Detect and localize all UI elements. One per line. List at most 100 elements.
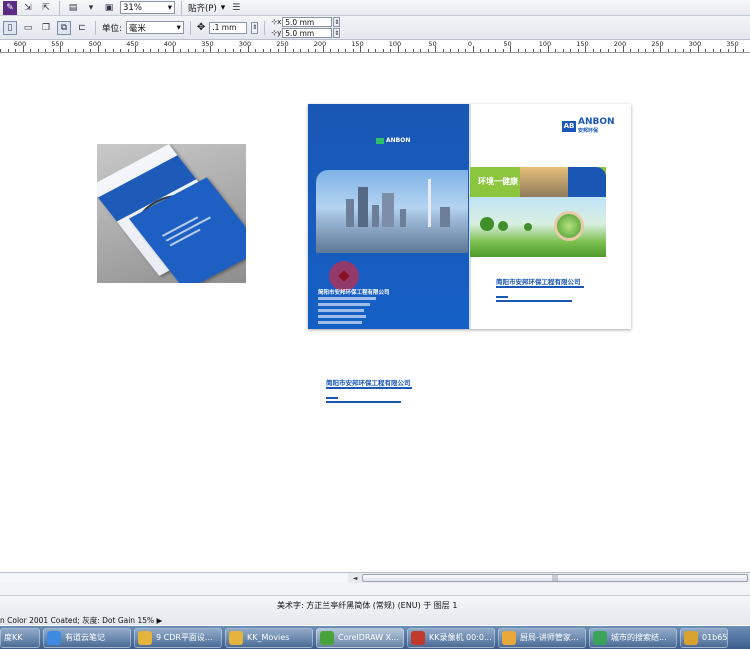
app-icon: [502, 630, 516, 645]
taskbar-button[interactable]: 厨局-讲师管家...: [498, 627, 586, 648]
duplicate-y-row: ⊹y 5.0 mm ⇕: [271, 28, 341, 38]
duplicate-y-spinner[interactable]: ⇕: [333, 28, 341, 38]
underline-rule[interactable]: [326, 397, 338, 399]
duplicate-y-input[interactable]: 5.0 mm: [282, 28, 333, 38]
brand-logo[interactable]: AB ANBON 安邦环保: [562, 118, 615, 134]
ruler-tick: [607, 49, 609, 52]
taskbar-button[interactable]: 城市的搜索结...: [589, 627, 677, 648]
taskbar-button-label: 城市的搜索结...: [611, 633, 667, 642]
taskbar-button[interactable]: KK录像机 00:0...: [407, 627, 495, 648]
underline-rule[interactable]: [326, 401, 401, 403]
taskbar-button-label: 有道云笔记: [65, 633, 105, 642]
app-icon: [138, 630, 152, 645]
ruler-tick: [720, 49, 721, 52]
app-icon: [411, 630, 425, 645]
taskbar-button[interactable]: 9 CDR平面设...: [134, 627, 222, 648]
contact-line: [318, 309, 364, 312]
taskbar-button[interactable]: CorelDRAW X...: [316, 627, 404, 648]
ruler-tick: [525, 49, 526, 52]
ruler-tick: [705, 49, 706, 52]
brand-name: ANBON: [578, 117, 615, 127]
ruler-tick: [562, 49, 564, 52]
ruler-tick: [735, 46, 736, 52]
front-cover-company-name[interactable]: 简阳市安邦环保工程有限公司: [496, 276, 581, 286]
logo-mark-icon: [376, 137, 384, 144]
taskbar-button[interactable]: 01b65: [680, 627, 728, 648]
underline-rule[interactable]: [326, 387, 412, 389]
color-profile-info[interactable]: n Color 2001 Coated; 灰度: Dot Gain 15% ▶: [0, 615, 162, 626]
horizontal-scrollbar[interactable]: ◄ |||: [0, 572, 750, 583]
ruler-tick: [165, 49, 166, 52]
contact-line: [318, 303, 370, 306]
ruler-tick: [187, 49, 189, 52]
ruler-tick: [382, 49, 384, 52]
page-layout-icon[interactable]: ⊏: [75, 21, 89, 35]
standard-toolbar: ✎ ⇲ ⇱ ▤ ▾ ▣ 31% ▾ 贴齐(P) ▾ ☰: [0, 0, 750, 16]
small-brand-name: ANBON: [386, 137, 411, 144]
ruler-tick: [360, 46, 361, 52]
taskbar-button[interactable]: 有道云笔记: [43, 627, 131, 648]
import-icon[interactable]: ⇲: [21, 1, 35, 15]
ruler-tick: [330, 49, 331, 52]
chevron-down-icon[interactable]: ▾: [221, 3, 226, 13]
print-icon[interactable]: ▤: [66, 1, 80, 15]
taskbar-button-label: 9 CDR平面设...: [156, 633, 213, 642]
screen-icon[interactable]: ▣: [102, 1, 116, 15]
unit-combo[interactable]: 毫米 ▾: [125, 21, 184, 34]
taskbar-button-label: CorelDRAW X...: [338, 633, 399, 642]
canvas-company-text[interactable]: 简阳市安邦环保工程有限公司: [326, 377, 411, 387]
ruler-tick: [420, 49, 421, 52]
ruler-tick: [637, 49, 639, 52]
ruler-tick: [60, 46, 61, 52]
back-cover-company-name[interactable]: 简阳市安邦环保工程有限公司: [318, 288, 390, 296]
ruler-tick: [697, 46, 699, 52]
horizontal-ruler[interactable]: 600 550 500 450 400 350 300 250 200 150 100 50 0 50 10…: [0, 40, 750, 53]
ruler-tick: [30, 49, 31, 52]
current-page-icon[interactable]: ⧉: [57, 20, 71, 35]
ruler-tick: [547, 46, 549, 52]
export-icon[interactable]: ⇱: [39, 1, 53, 15]
portrait-icon[interactable]: ▯: [3, 20, 17, 35]
city-skyline-photo[interactable]: [316, 170, 468, 253]
ruler-tick: [157, 49, 159, 52]
ruler-label: 300: [688, 40, 702, 48]
cursor-highlight-marker: [329, 261, 359, 291]
ruler-label: 450: [126, 40, 139, 48]
corel-menu-icon[interactable]: ✎: [3, 0, 17, 15]
all-pages-icon[interactable]: ❐: [39, 21, 53, 35]
ruler-tick: [307, 49, 309, 52]
taskbar-button[interactable]: 度KK: [0, 627, 40, 648]
scroll-grip-icon: |||: [551, 574, 559, 582]
scroll-thumb[interactable]: |||: [362, 574, 748, 582]
ruler-tick: [277, 49, 279, 52]
duplicate-x-spinner[interactable]: ⇕: [333, 17, 341, 27]
brochure-design[interactable]: ANBON 简阳市安邦环保工程有限公司 AB ANBON 安邦环保 环境一健康 …: [308, 104, 631, 329]
property-bar: ▯ ▭ ❐ ⧉ ⊏ 单位: 毫米 ▾ ✥ .1 mm ⇕ ⊹x 5.0 mm ⇕…: [0, 16, 750, 40]
ruler-tick: [270, 49, 271, 52]
landscape-icon[interactable]: ▭: [21, 21, 35, 35]
ruler-tick: [195, 49, 196, 52]
nudge-spinner[interactable]: ⇕: [251, 21, 259, 34]
ruler-tick: [97, 46, 99, 52]
ruler-tick: [712, 49, 714, 52]
globe-in-hands-image: [554, 211, 584, 241]
nudge-distance-input[interactable]: .1 mm: [209, 21, 248, 34]
zoom-level-combo[interactable]: 31% ▾: [120, 1, 175, 14]
small-brand-logo[interactable]: ANBON: [376, 137, 410, 144]
options-icon[interactable]: ☰: [229, 1, 243, 15]
environment-health-banner[interactable]: 环境一健康: [470, 167, 606, 257]
ruler-tick: [427, 49, 429, 52]
ruler-tick: [142, 49, 144, 52]
ruler-tick: [690, 49, 691, 52]
ruler-tick: [22, 46, 24, 52]
app-launcher-icon[interactable]: ▾: [84, 1, 98, 15]
ruler-tick: [315, 49, 316, 52]
taskbar-button[interactable]: KK_Movies: [225, 627, 313, 648]
snap-to-menu[interactable]: 贴齐(P): [188, 2, 217, 14]
app-icon: [593, 630, 607, 645]
scroll-left-button[interactable]: ◄: [350, 573, 360, 583]
ruler-tick: [217, 49, 219, 52]
ruler-tick: [442, 49, 444, 52]
reference-mockup-image[interactable]: [97, 144, 246, 283]
duplicate-x-input[interactable]: 5.0 mm: [282, 17, 333, 27]
